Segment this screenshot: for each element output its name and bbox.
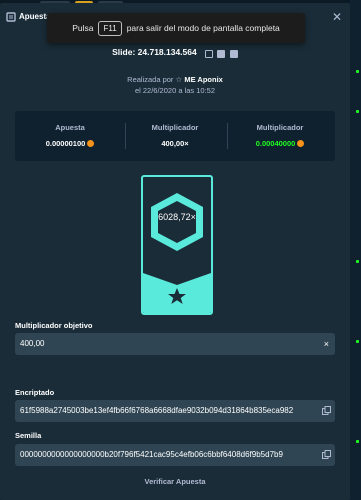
result-multiplier: 6028,72× xyxy=(158,212,196,222)
verify-bet-link[interactable]: Verificar Apuesta xyxy=(0,477,350,486)
slide-id-line: Slide: 24.718.134.564 xyxy=(0,47,350,58)
edge-marker xyxy=(356,440,359,443)
slide-id: Slide: 24.718.134.564 xyxy=(112,47,197,57)
toast-prefix: Pulsa xyxy=(72,23,94,33)
target-value: 400,00 xyxy=(20,339,45,348)
stat-value: 0.00000100 xyxy=(45,139,86,148)
background-edge xyxy=(350,0,361,500)
edge-marker xyxy=(356,260,359,263)
copy-icon[interactable] xyxy=(205,49,214,58)
username-link[interactable]: ME Aponix xyxy=(184,75,222,84)
encrypted-hash-field[interactable]: 61f5988a2745003be13ef4fb66f6768a6668dfae… xyxy=(15,400,335,422)
hexagon-badge xyxy=(151,193,203,251)
stat-payout: Multiplicador 0.00040000 xyxy=(230,123,330,148)
toast-suffix: para salir del modo de pantalla completa xyxy=(126,23,280,33)
slide-result-card: 6028,72× xyxy=(141,175,213,315)
twitter-icon[interactable] xyxy=(229,49,238,58)
copy-icon[interactable] xyxy=(322,450,331,459)
stat-value: 0.00040000 xyxy=(255,139,296,148)
seed-label: Semilla xyxy=(15,431,42,440)
edge-marker xyxy=(356,340,359,343)
edge-marker xyxy=(356,70,359,73)
stat-label: Multiplicador xyxy=(151,123,199,132)
seed-field[interactable]: 0000000000000000000b20f796f5421cac95c4ef… xyxy=(15,444,335,466)
modal-title: Apuesta xyxy=(19,12,51,21)
bet-ticket-icon xyxy=(6,12,16,22)
btc-coin-icon xyxy=(87,140,95,147)
stat-value: 400,00× xyxy=(161,139,189,148)
stat-bet: Apuesta 0.00000100 xyxy=(20,123,120,148)
f11-key: F11 xyxy=(98,20,122,36)
divider xyxy=(227,123,228,149)
target-multiplier-input[interactable]: 400,00 × xyxy=(15,333,335,355)
card-ribbon xyxy=(143,273,211,313)
encrypted-label: Encriptado xyxy=(15,388,55,397)
fullscreen-exit-toast: Pulsa F11 para salir del modo de pantall… xyxy=(47,13,305,43)
star-icon: ☆ xyxy=(175,75,183,84)
copy-icon[interactable] xyxy=(322,406,331,415)
stat-label: Apuesta xyxy=(55,123,85,132)
bet-stats-panel: Apuesta 0.00000100 Multiplicador 400,00×… xyxy=(15,111,335,161)
stat-multiplier: Multiplicador 400,00× xyxy=(125,123,225,148)
edge-marker xyxy=(356,110,359,113)
clear-icon[interactable]: × xyxy=(324,333,329,355)
close-icon[interactable]: ✕ xyxy=(332,10,342,24)
bet-modal: Apuesta ✕ Slide: 24.718.134.564 Realizad… xyxy=(0,3,350,500)
made-by-prefix: Realizada por xyxy=(127,75,174,84)
made-by-block: Realizada por ☆ ME Aponix el 22/6/2020 a… xyxy=(0,74,350,96)
target-label: Multiplicador objetivo xyxy=(15,321,93,330)
stat-label: Multiplicador xyxy=(256,123,304,132)
bet-date: el 22/6/2020 a las 10:52 xyxy=(134,86,216,95)
btc-coin-icon xyxy=(297,140,305,147)
encrypted-value: 61f5988a2745003be13ef4fb66f6768a6668dfae… xyxy=(20,406,294,415)
seed-value: 0000000000000000000b20f796f5421cac95c4ef… xyxy=(20,450,283,459)
facebook-icon[interactable] xyxy=(217,49,226,58)
